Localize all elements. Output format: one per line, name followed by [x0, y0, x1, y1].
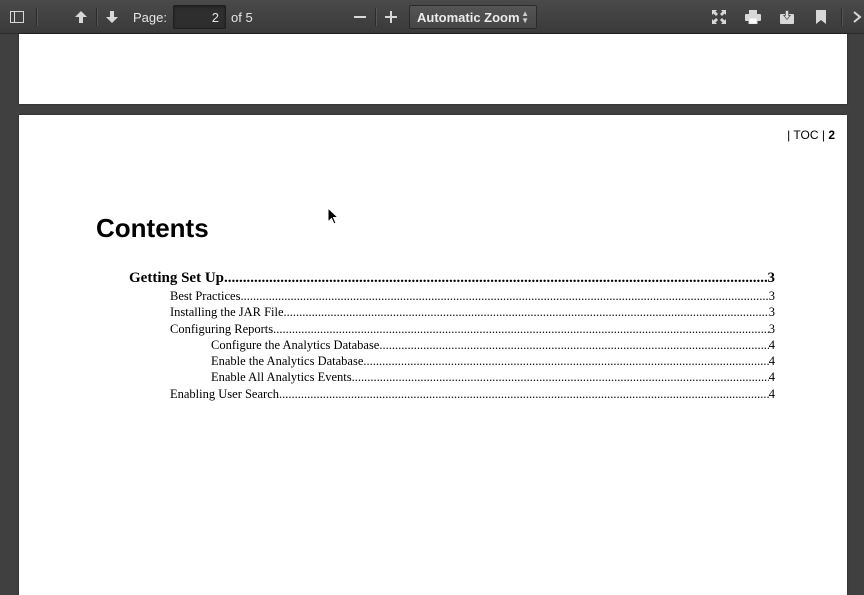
fullscreen-icon — [712, 10, 726, 24]
page-total: of 5 — [231, 10, 253, 25]
previous-page-button[interactable] — [70, 5, 92, 29]
page-title: Contents — [96, 213, 209, 243]
arrow-up-icon — [75, 11, 87, 23]
toc-leader-dots — [363, 354, 768, 369]
toc-entry-title: Getting Set Up — [129, 270, 224, 286]
toolbar-divider — [36, 8, 37, 26]
plus-icon — [385, 11, 397, 23]
zoom-in-button[interactable] — [380, 5, 402, 29]
running-header: | TOC | 2 — [787, 128, 835, 142]
toc-entry-title: Enable the Analytics Database — [211, 354, 364, 368]
toc-entry[interactable]: Best Practices 3 — [170, 289, 775, 304]
toc-entry-page: 4 — [768, 338, 775, 352]
toc-entry-page: 4 — [768, 354, 775, 368]
toc-leader-dots — [279, 387, 769, 402]
toc-entry[interactable]: Installing the JAR File 3 — [170, 305, 775, 320]
toc-entry-title: Configure the Analytics Database — [211, 338, 380, 352]
toc-entry-title: Enable All Analytics Events — [211, 370, 352, 384]
sidebar-icon — [10, 11, 24, 23]
download-button[interactable] — [776, 5, 798, 29]
toc-entry-title: Installing the JAR File — [170, 305, 284, 319]
running-header-page: 2 — [828, 128, 835, 142]
arrow-down-icon — [106, 11, 118, 23]
toc-entry-page: 3 — [767, 270, 776, 286]
page-label: Page: — [133, 10, 167, 25]
toc-entry[interactable]: Getting Set Up 3 — [129, 270, 775, 287]
zoom-select[interactable]: Automatic Zoom ▲ ▼ — [409, 5, 537, 29]
toc-entry-title: Best Practices — [170, 289, 241, 303]
toc-leader-dots — [273, 322, 769, 337]
zoom-value: Automatic Zoom — [417, 9, 520, 25]
toc-entry-page: 4 — [768, 387, 775, 401]
toc-leader-dots — [379, 338, 768, 353]
presentation-mode-button[interactable] — [708, 5, 730, 29]
toc-entry-title: Enabling User Search — [170, 387, 279, 401]
mouse-cursor-icon — [327, 207, 339, 225]
toc-entry[interactable]: Enabling User Search 4 — [170, 387, 775, 402]
toolbar-divider — [375, 8, 376, 26]
pdf-toolbar: Page: of 5 Automatic Zoom ▲▼ — [0, 0, 864, 34]
next-page-button[interactable] — [101, 5, 123, 29]
download-icon — [780, 10, 794, 24]
toc-entry[interactable]: Enable the Analytics Database 4 — [211, 354, 775, 369]
toc-entry-page: 3 — [768, 289, 775, 303]
sidebar-toggle-button[interactable] — [6, 5, 28, 29]
toc-entry-page: 3 — [768, 305, 775, 319]
bookmark-icon — [816, 10, 826, 24]
toc-leader-dots — [352, 370, 769, 385]
toc-entry[interactable]: Enable All Analytics Events 4 — [211, 370, 775, 385]
pdf-page-current: | TOC | 2 Contents Getting Set Up 3 Best… — [19, 115, 847, 595]
print-button[interactable] — [742, 5, 764, 29]
pdf-page-previous — [19, 34, 847, 104]
toc-entry-page: 4 — [768, 370, 775, 384]
toc-entry[interactable]: Configure the Analytics Database 4 — [211, 338, 775, 353]
tools-button[interactable] — [850, 5, 864, 29]
minus-icon — [354, 16, 366, 18]
page-number-input[interactable] — [173, 5, 226, 29]
bookmark-button[interactable] — [810, 5, 832, 29]
toc-entry[interactable]: Configuring Reports 3 — [170, 322, 775, 337]
updown-arrow-icon: ▲ ▼ — [521, 9, 529, 25]
zoom-out-button[interactable] — [349, 5, 371, 29]
toolbar-divider — [96, 8, 97, 26]
running-header-prefix: | TOC | — [787, 128, 825, 142]
toc-entry-title: Configuring Reports — [170, 322, 274, 336]
toc-leader-dots — [284, 305, 769, 320]
toolbar-divider — [841, 8, 842, 26]
toc-leader-dots — [240, 289, 768, 304]
toc-leader-dots — [224, 270, 768, 287]
print-icon — [745, 10, 761, 24]
toc-entry-page: 3 — [768, 322, 775, 336]
more-tools-icon — [853, 11, 862, 23]
